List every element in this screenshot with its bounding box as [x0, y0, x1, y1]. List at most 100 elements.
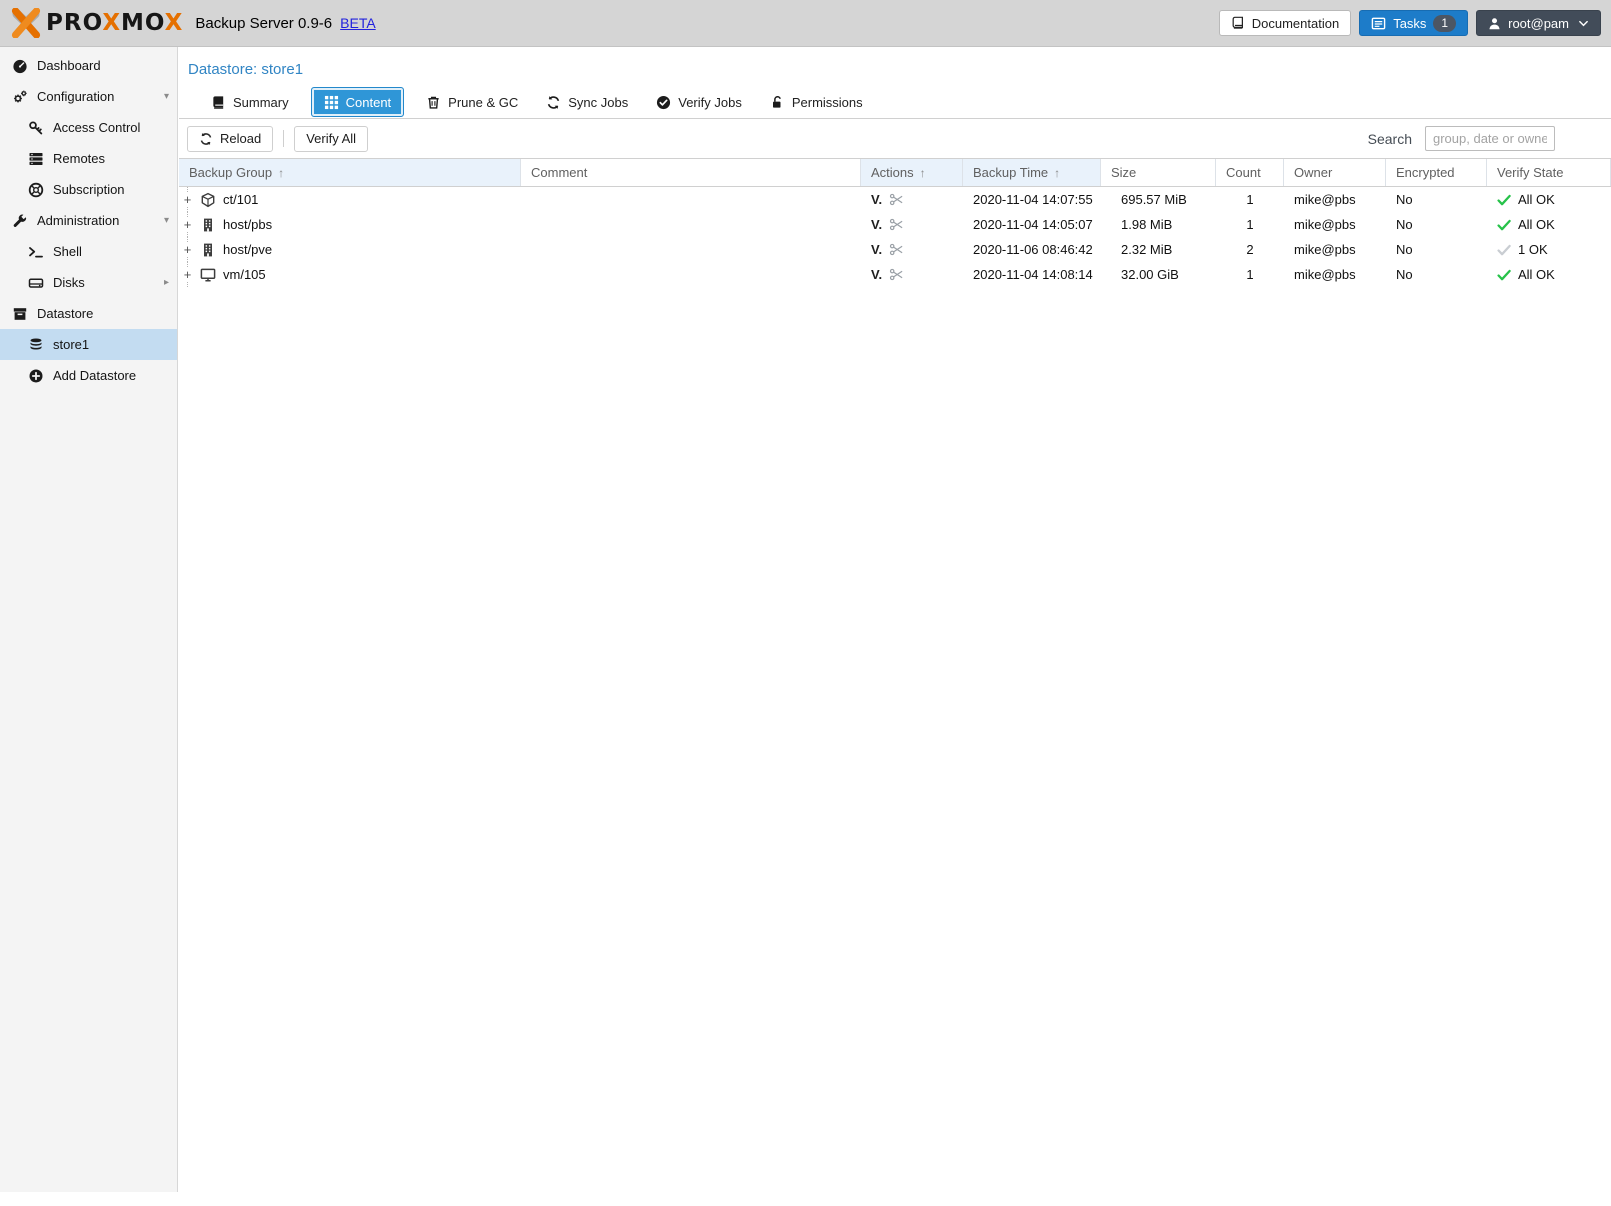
verify-action[interactable]: V. [871, 242, 882, 257]
column-label: Encrypted [1396, 165, 1455, 180]
chevron-down-icon [1578, 18, 1589, 29]
expand-arrow-icon[interactable]: ▸ [164, 277, 169, 288]
sidebar-item-add-datastore[interactable]: Add Datastore [0, 360, 177, 391]
verify-all-label: Verify All [306, 131, 356, 146]
check-icon [1497, 243, 1511, 257]
page-title: Datastore: store1 [179, 47, 1611, 78]
backup-group-name: host/pbs [223, 217, 272, 232]
backup-time-cell: 2020-11-04 14:08:14 [963, 262, 1101, 287]
column-label: Count [1226, 165, 1261, 180]
column-label: Backup Time [973, 165, 1048, 180]
tab-label: Permissions [792, 95, 863, 110]
prune-scissors-icon[interactable] [889, 242, 904, 257]
verify-action[interactable]: V. [871, 217, 882, 232]
tab-verify-jobs[interactable]: Verify Jobs [650, 87, 748, 117]
column-header-owner[interactable]: Owner [1284, 159, 1386, 186]
search-input[interactable] [1425, 126, 1555, 151]
tab-sync-jobs[interactable]: Sync Jobs [540, 87, 634, 117]
row-expander[interactable]: + [179, 237, 196, 262]
book-icon [1231, 16, 1245, 30]
trash-icon [426, 95, 441, 110]
sidebar-item-dashboard[interactable]: Dashboard [0, 50, 177, 81]
check-icon [1497, 268, 1511, 282]
reload-label: Reload [220, 131, 261, 146]
prune-scissors-icon[interactable] [889, 192, 904, 207]
encrypted-cell: No [1386, 187, 1487, 212]
backup-group-name: host/pve [223, 242, 272, 257]
verify-action[interactable]: V. [871, 192, 882, 207]
verify-all-button[interactable]: Verify All [294, 126, 368, 152]
tab-content[interactable]: Content [311, 87, 405, 117]
prune-scissors-icon[interactable] [889, 217, 904, 232]
sidebar-item-shell[interactable]: Shell [0, 236, 177, 267]
sidebar-item-disks[interactable]: Disks ▸ [0, 267, 177, 298]
tab-permissions[interactable]: Permissions [764, 87, 869, 117]
sidebar: Dashboard Configuration ▾ Access Control… [0, 47, 178, 1192]
sidebar-item-remotes[interactable]: Remotes [0, 143, 177, 174]
column-header-backup-time[interactable]: Backup Time ↑ [963, 159, 1101, 186]
proxmox-x-icon [10, 8, 42, 38]
table-row[interactable]: + host/pbs V. 2020-11-04 14:05:07 1.98 M… [179, 212, 1611, 237]
sidebar-item-administration[interactable]: Administration ▾ [0, 205, 177, 236]
tab-prune-gc[interactable]: Prune & GC [420, 87, 524, 117]
sidebar-item-label: Remotes [53, 151, 105, 166]
content-toolbar: Reload Verify All Search [179, 119, 1611, 158]
backup-group-name: vm/105 [223, 267, 266, 282]
sidebar-item-subscription[interactable]: Subscription [0, 174, 177, 205]
collapse-arrow-icon[interactable]: ▾ [164, 91, 169, 102]
column-header-encrypted[interactable]: Encrypted [1386, 159, 1487, 186]
column-header-backup-group[interactable]: Backup Group ↑ [179, 159, 521, 186]
table-header: Backup Group ↑ Comment Actions ↑ Backup … [179, 158, 1611, 187]
tasks-button[interactable]: Tasks 1 [1359, 10, 1468, 36]
search-label: Search [1368, 131, 1412, 147]
row-expander[interactable]: + [179, 187, 196, 212]
reload-button[interactable]: Reload [187, 126, 273, 152]
check-icon [1497, 218, 1511, 232]
size-cell: 2.32 MiB [1101, 237, 1216, 262]
verify-state-text: All OK [1518, 192, 1555, 207]
search-area: Search [1368, 126, 1555, 151]
backup-group-name: ct/101 [223, 192, 258, 207]
prune-scissors-icon[interactable] [889, 267, 904, 282]
remotes-icon [28, 151, 44, 167]
comment-cell [521, 212, 861, 237]
user-menu-button[interactable]: root@pam [1476, 10, 1601, 36]
row-expander[interactable]: + [179, 212, 196, 237]
app-title: Backup Server 0.9-6 [195, 15, 332, 32]
column-header-count[interactable]: Count [1216, 159, 1284, 186]
sidebar-item-datastore[interactable]: Datastore [0, 298, 177, 329]
verify-action[interactable]: V. [871, 267, 882, 282]
beta-link[interactable]: BETA [340, 15, 376, 31]
sidebar-item-access-control[interactable]: Access Control [0, 112, 177, 143]
sidebar-item-configuration[interactable]: Configuration ▾ [0, 81, 177, 112]
column-label: Size [1111, 165, 1136, 180]
comment-cell [521, 262, 861, 287]
table-row[interactable]: + host/pve V. 2020-11-06 08:46:42 2.32 M… [179, 237, 1611, 262]
column-label: Verify State [1497, 165, 1563, 180]
sidebar-item-store1[interactable]: store1 [0, 329, 177, 360]
user-label: root@pam [1508, 16, 1569, 31]
column-header-verify-state[interactable]: Verify State [1487, 159, 1611, 186]
owner-cell: mike@pbs [1284, 187, 1386, 212]
proxmox-backup-server-app: PROXMOX Backup Server 0.9-6 BETA Documen… [0, 0, 1611, 1206]
row-expander[interactable]: + [179, 262, 196, 287]
key-icon [28, 120, 44, 136]
column-header-actions[interactable]: Actions ↑ [861, 159, 963, 186]
sort-asc-icon: ↑ [920, 166, 926, 180]
sidebar-item-label: Access Control [53, 120, 140, 135]
table-row[interactable]: + vm/105 V. 2020-11-04 14:08:14 32.00 Gi… [179, 262, 1611, 287]
column-header-size[interactable]: Size [1101, 159, 1216, 186]
encrypted-cell: No [1386, 262, 1487, 287]
documentation-button[interactable]: Documentation [1219, 10, 1351, 36]
proxmox-logo: PROXMOX [10, 8, 183, 38]
size-cell: 32.00 GiB [1101, 262, 1216, 287]
collapse-arrow-icon[interactable]: ▾ [164, 215, 169, 226]
tab-summary[interactable]: Summary [205, 87, 295, 117]
verify-state-text: 1 OK [1518, 242, 1548, 257]
unlock-icon [770, 95, 785, 110]
table-row[interactable]: + ct/101 V. 2020-11-04 14:07:55 695.57 M… [179, 187, 1611, 212]
sidebar-item-label: Administration [37, 213, 119, 228]
backup-time-cell: 2020-11-06 08:46:42 [963, 237, 1101, 262]
column-header-comment[interactable]: Comment [521, 159, 861, 186]
book-icon [211, 95, 226, 110]
